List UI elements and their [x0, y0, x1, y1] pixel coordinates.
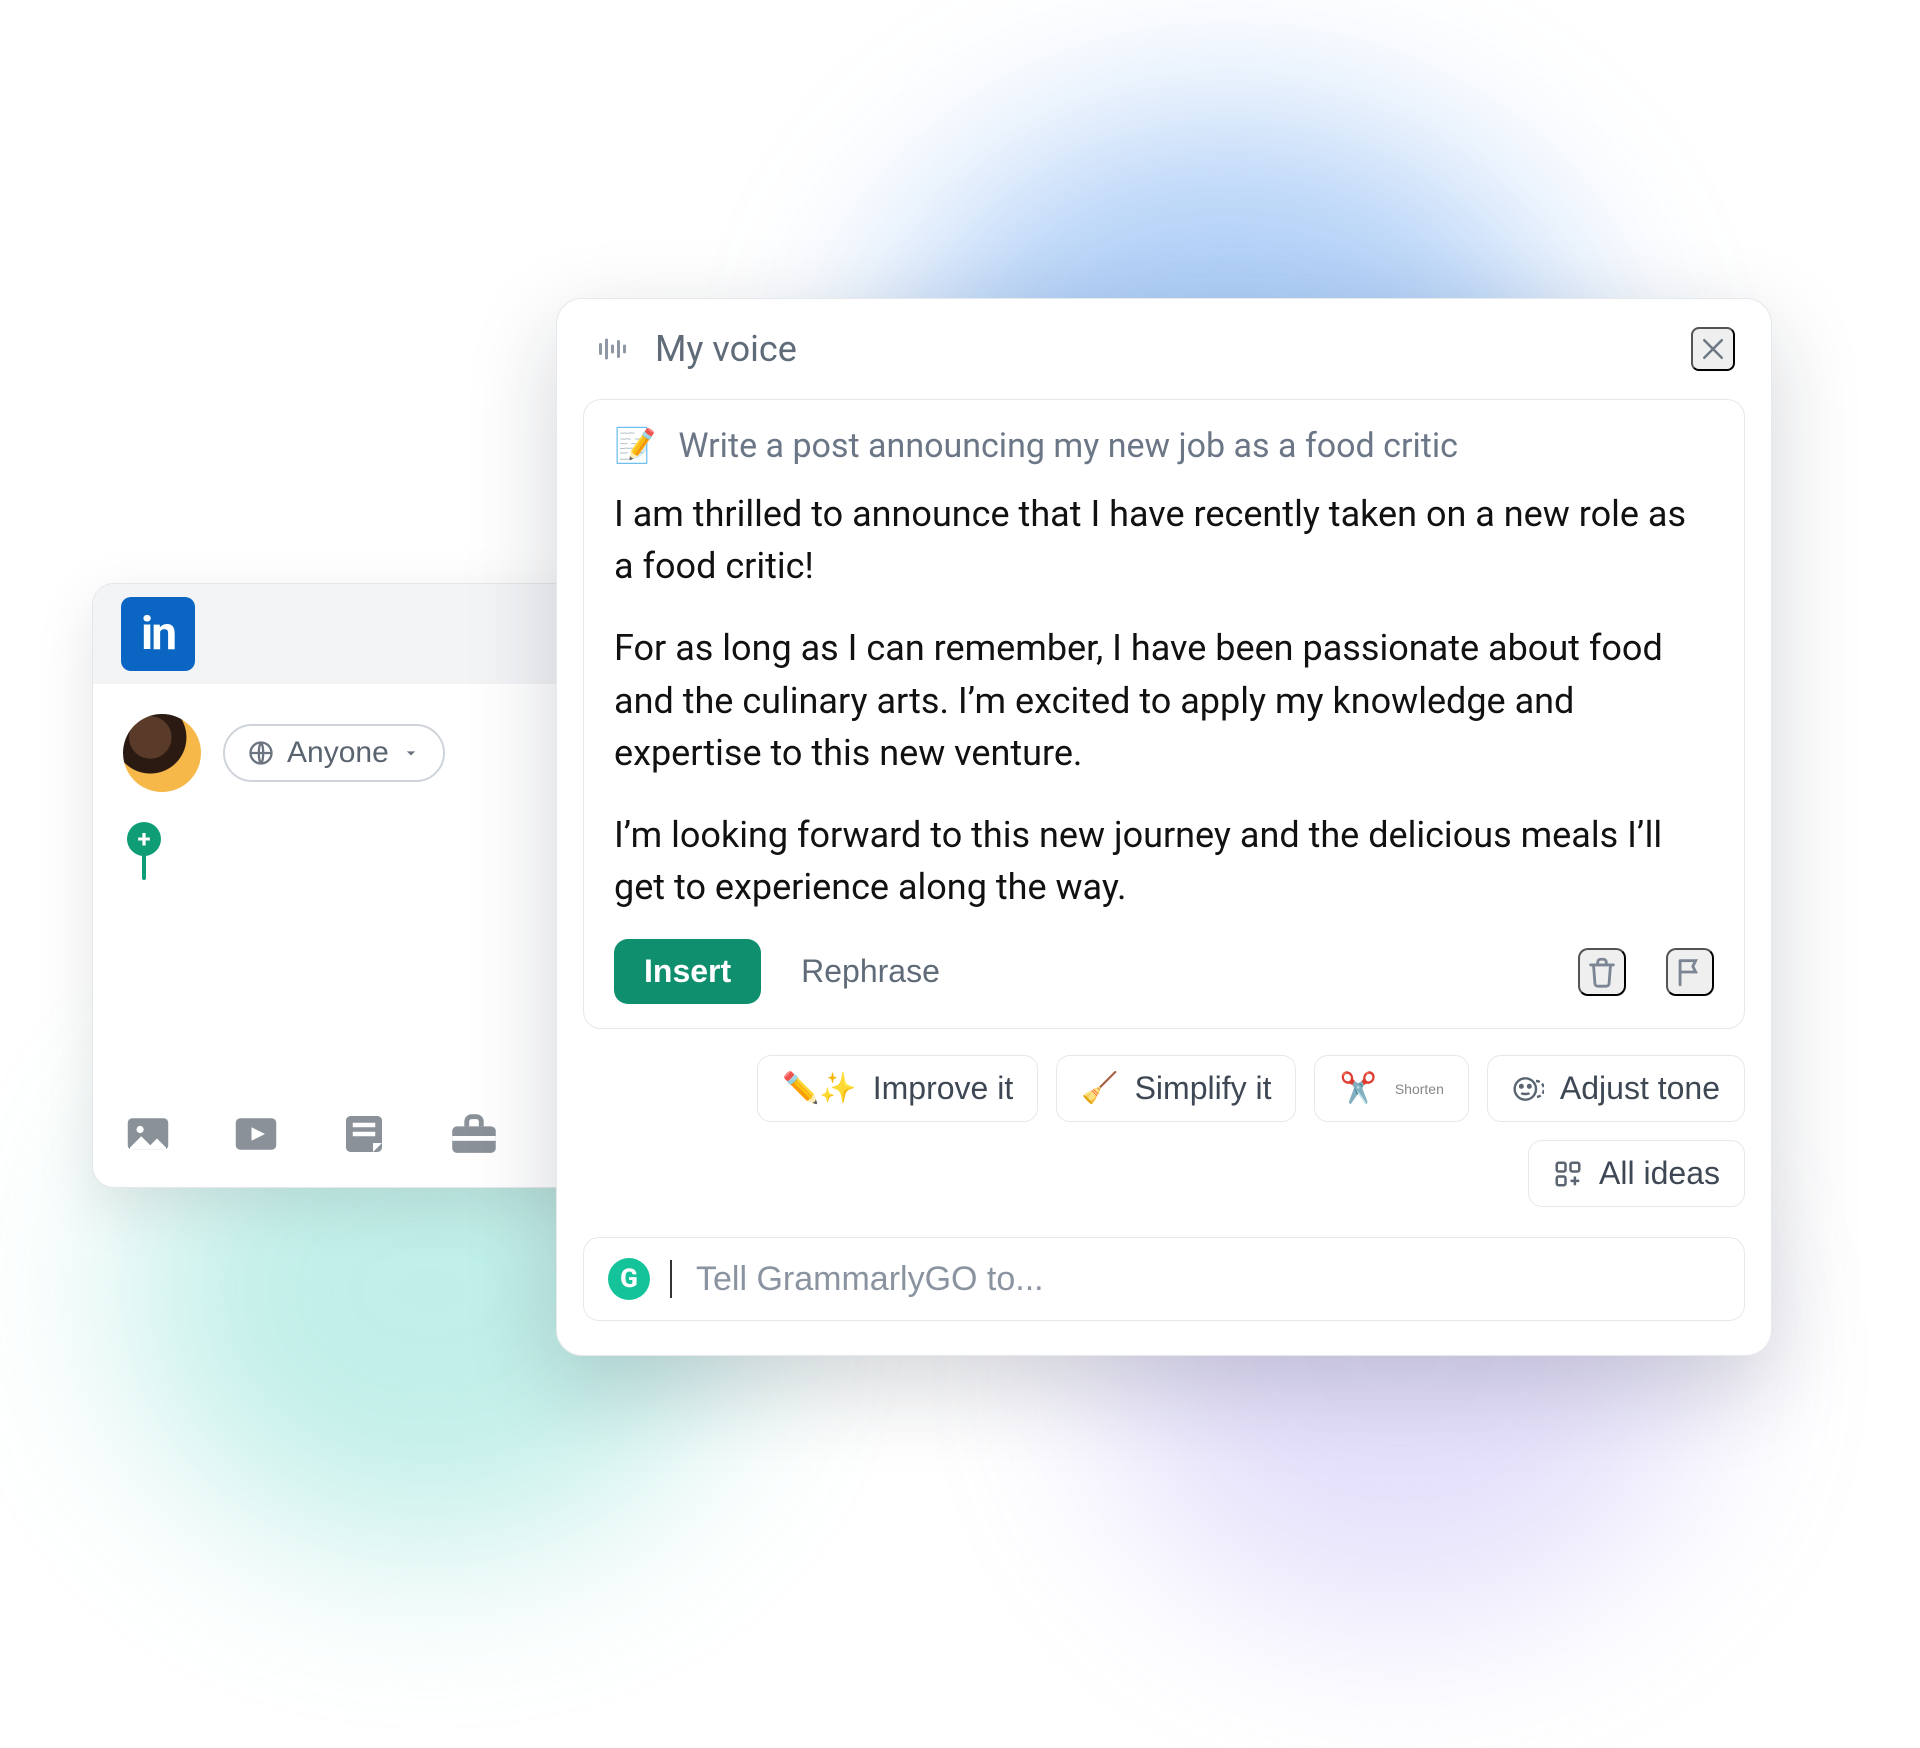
linkedin-logo: in: [121, 597, 195, 671]
delete-button[interactable]: [1578, 948, 1626, 996]
linkedin-composer-window: in Anyone +: [92, 583, 592, 1188]
document-icon[interactable]: [337, 1107, 391, 1165]
grammarly-panel: My voice 📝 Write a post announcing my ne…: [556, 298, 1772, 1356]
video-icon[interactable]: [229, 1107, 283, 1165]
pencil-sparkle-icon: ✏️✨: [782, 1071, 857, 1106]
adjust-tone-chip[interactable]: Adjust tone: [1487, 1055, 1745, 1122]
flag-icon: [1673, 955, 1707, 989]
avatar[interactable]: [121, 712, 203, 794]
chip-label: Shorten: [1395, 1081, 1444, 1097]
prompt-input-row[interactable]: G: [583, 1237, 1745, 1321]
suggestion-card: 📝 Write a post announcing my new job as …: [583, 399, 1745, 1029]
chip-label: Simplify it: [1135, 1070, 1272, 1107]
audience-selector[interactable]: Anyone: [223, 724, 445, 782]
globe-icon: [247, 739, 275, 767]
grammarly-badge-icon: G: [608, 1258, 650, 1300]
plus-icon: +: [127, 822, 161, 856]
job-icon[interactable]: [445, 1107, 503, 1165]
generated-paragraph: For as long as I can remember, I have be…: [614, 622, 1714, 779]
text-cursor: [670, 1260, 672, 1298]
generated-paragraph: I’m looking forward to this new journey …: [614, 809, 1714, 913]
grid-sparkle-icon: [1553, 1159, 1583, 1189]
generated-paragraph: I am thrilled to announce that I have re…: [614, 488, 1714, 592]
close-icon: [1698, 334, 1728, 364]
broom-icon: 🧹: [1081, 1071, 1118, 1106]
scissors-icon: ✂️: [1339, 1071, 1376, 1106]
all-ideas-chip[interactable]: All ideas: [1528, 1140, 1745, 1207]
chip-label: Adjust tone: [1560, 1070, 1720, 1107]
improve-it-chip[interactable]: ✏️✨ Improve it: [757, 1055, 1038, 1122]
insert-button[interactable]: Insert: [614, 939, 761, 1004]
panel-title: My voice: [655, 328, 797, 370]
generated-text: I am thrilled to announce that I have re…: [614, 488, 1714, 913]
chip-label: Improve it: [873, 1070, 1013, 1107]
prompt-emoji-icon: 📝: [614, 426, 656, 466]
trash-icon: [1585, 955, 1619, 989]
linkedin-header: in: [93, 584, 591, 684]
chevron-down-icon: [401, 743, 421, 763]
chip-label: All ideas: [1599, 1155, 1720, 1192]
prompt-text: Write a post announcing my new job as a …: [678, 426, 1458, 466]
shorten-chip[interactable]: ✂️ Shorten: [1314, 1055, 1468, 1122]
add-item-pin[interactable]: +: [127, 822, 161, 880]
voice-bars-icon: [593, 331, 629, 367]
image-icon[interactable]: [121, 1107, 175, 1165]
report-button[interactable]: [1666, 948, 1714, 996]
prompt-input[interactable]: [696, 1260, 1720, 1299]
rephrase-button[interactable]: Rephrase: [801, 953, 940, 990]
audience-label: Anyone: [287, 736, 389, 770]
tone-face-icon: [1512, 1073, 1544, 1105]
close-button[interactable]: [1691, 327, 1735, 371]
simplify-it-chip[interactable]: 🧹 Simplify it: [1056, 1055, 1296, 1122]
